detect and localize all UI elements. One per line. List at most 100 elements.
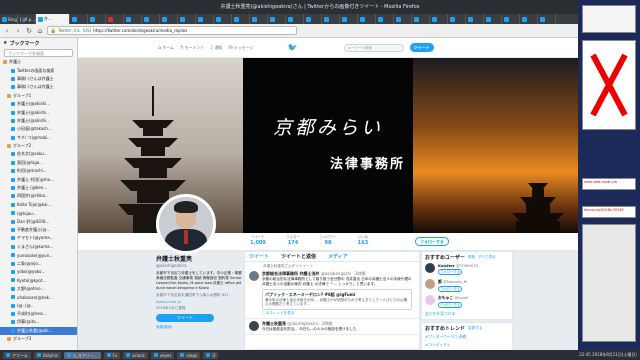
browser-tab[interactable] <box>88 14 106 24</box>
tweet-item[interactable]: 弁護士秋重亮 @akishigeakira · 2時間 今日は相談会を担当。 今… <box>245 319 419 335</box>
follow-button[interactable]: フォローする <box>415 237 449 246</box>
desktop-note[interactable]: iwait-add-myqt-via <box>582 178 636 190</box>
browser-tab[interactable]: Bing <box>0 14 18 24</box>
refresh-link[interactable]: 更新 <box>468 255 475 260</box>
browser-tab[interactable] <box>484 14 502 24</box>
nav-notifications[interactable]: ♪ 通知 <box>210 45 222 51</box>
bookmark-item[interactable]: 事務(-)さんは弁護士 <box>0 75 77 83</box>
desktop-note[interactable]: tencol-wy2018s 2018Y <box>582 206 636 218</box>
bookmark-item[interactable]: Kaito Tojo(@kai... <box>0 201 77 209</box>
bookmark-item[interactable]: Kyoto(@kyot... <box>0 276 77 284</box>
suggested-user-name[interactable]: おもゅこ <box>438 295 453 300</box>
browser-tab[interactable] <box>106 14 124 24</box>
bookmark-item[interactable]: 弁護士秋重(@aki... <box>0 326 77 335</box>
bookmark-item[interactable]: 佐木文(@saku... <box>0 150 77 158</box>
browser-tab[interactable] <box>502 14 520 24</box>
bookmark-item[interactable]: 小田島(@takash... <box>0 125 77 133</box>
show-thread-link[interactable]: このスレッドを表示 <box>262 311 412 316</box>
bookmark-item[interactable]: 町田(@machi... <box>0 167 77 175</box>
bookmark-item[interactable]: サチ/ つ(@mobi... <box>0 134 77 142</box>
bookmark-folder[interactable]: グループ2 <box>0 142 77 150</box>
bookmark-item[interactable]: 伊藤(@ito... <box>0 318 77 326</box>
browser-tab[interactable] <box>70 14 88 24</box>
browser-tab[interactable] <box>286 14 304 24</box>
forward-icon[interactable]: › <box>14 27 22 35</box>
browser-tab[interactable] <box>268 14 286 24</box>
browser-tab[interactable] <box>232 14 250 24</box>
browser-tab[interactable] <box>196 14 214 24</box>
bookmark-item[interactable]: 四国弁(@shiko... <box>0 192 77 200</box>
taskbar-item[interactable]: Dolphin <box>33 351 62 359</box>
bookmark-folder[interactable]: グループ3 <box>0 335 77 343</box>
browser-tab[interactable] <box>538 14 556 24</box>
taskbar-item[interactable]: a_スクリー... <box>64 351 101 359</box>
profile-media-link[interactable]: 画像/動画 <box>156 325 244 330</box>
browser-tab[interactable] <box>376 14 394 24</box>
bookmark-item[interactable]: (@tojou... <box>0 209 77 217</box>
taskbar-item[interactable]: xlogo <box>177 351 201 359</box>
browser-tab[interactable] <box>322 14 340 24</box>
suggested-user-name[interactable]: 都 <box>438 279 442 284</box>
nav-moments[interactable]: ϟ モーメント <box>180 45 204 51</box>
tweet-item[interactable]: 京都総合法律事務所 弁護士浅井 @asaibengoshi · 2時間 京都の総… <box>245 269 419 319</box>
bookmark-item[interactable]: 弁護士(@akishi... <box>0 108 77 116</box>
nav-messages[interactable]: ✉ メッセージ <box>228 45 253 51</box>
bookmark-item[interactable]: 弁護士(@akishi... <box>0 117 77 125</box>
browser-tab[interactable]: 弁... <box>36 14 70 24</box>
browser-tab[interactable] <box>178 14 196 24</box>
profile-link[interactable]: kyoto-mirai.jp <box>156 300 244 304</box>
bookmark-item[interactable]: 弁護士 (@ben... <box>0 184 77 192</box>
bookmark-item[interactable]: ヤマモト(@yama... <box>0 234 77 242</box>
suggested-follow-button[interactable]: フォローする <box>438 286 462 292</box>
taskbar-item[interactable]: Q <box>203 351 219 359</box>
tab-strip[interactable]: Bing gfl.p... 弁... <box>0 14 578 24</box>
sidebar-header[interactable]: ★ ブックマーク <box>0 38 77 48</box>
bookmark-item[interactable]: 不動産弁護士(@... <box>0 226 77 234</box>
home-icon[interactable]: ⌂ <box>36 27 44 35</box>
suggested-follow-button[interactable]: フォローする <box>438 302 462 308</box>
bookmark-item[interactable]: Twitterの画面な検索 <box>0 66 77 74</box>
taskbar-item[interactable]: xclock <box>123 351 148 359</box>
site-identity[interactable]: Twitter, Inc. (US) <box>58 28 91 33</box>
nav-home[interactable]: ⌂ ホーム <box>158 45 174 51</box>
profile-handle[interactable]: @akishigeakira <box>156 263 244 268</box>
profile-avatar[interactable] <box>156 194 216 254</box>
tweet-button[interactable]: ツイート <box>409 43 434 52</box>
suggested-user[interactable]: Kaicitor @TOM0075 フォローする <box>425 261 509 277</box>
bookmark-item[interactable]: 平成町(@heis... <box>0 310 77 318</box>
suggested-user-avatar[interactable] <box>425 295 435 305</box>
stat-tweets[interactable]: ツイート 1,009 <box>243 235 273 246</box>
stat-following[interactable]: フォロー 174 <box>278 235 308 246</box>
stat-likes[interactable]: いいね 163 <box>348 235 378 246</box>
trend-item[interactable]: #ワンダーウーマン決戦 <box>425 334 509 340</box>
taskbar-item[interactable]: xeyes <box>150 351 175 359</box>
tweet-author[interactable]: 弁護士秋重亮 <box>262 321 286 326</box>
bookmark-folder[interactable]: グループ1 <box>0 92 77 100</box>
bookmark-item[interactable]: 事務(-)さんは弁護士 <box>0 83 77 91</box>
taskbar-item[interactable]: アフーム <box>3 351 31 359</box>
reload-icon[interactable]: ↻ <box>25 27 33 35</box>
clock[interactable]: 22:45 2018年8月11日(土曜日) <box>579 352 640 358</box>
bookmark-item[interactable]: 東田(@higa... <box>0 159 77 167</box>
suggested-user-avatar[interactable] <box>425 279 435 289</box>
profile-tweet-button[interactable]: ツイート <box>156 314 214 322</box>
browser-tab[interactable] <box>304 14 322 24</box>
tab-tweets[interactable]: ツイート <box>249 253 269 260</box>
tab-tweets-replies[interactable]: ツイートと返信 <box>281 253 316 260</box>
browser-tab[interactable] <box>214 14 232 24</box>
browser-tab[interactable] <box>160 14 178 24</box>
stat-followers[interactable]: フォロワー 98 <box>313 235 343 246</box>
browser-tab[interactable] <box>124 14 142 24</box>
tweet-avatar[interactable] <box>249 271 259 281</box>
trend-item[interactable]: #コンディティ <box>425 342 509 348</box>
twitter-bird-icon[interactable]: 🐦 <box>288 43 298 52</box>
bookmark-item[interactable]: Dan 鈴(@SOSt... <box>0 217 77 225</box>
bookmark-item[interactable]: 弁護士 村田(@mu... <box>0 175 77 183</box>
taskbar-item[interactable]: Fx <box>103 351 121 359</box>
browser-tab[interactable] <box>430 14 448 24</box>
suggested-user[interactable]: 都 @Nanairo_M フォローする <box>425 277 509 293</box>
bookmark-item[interactable]: 二条(@nijo... <box>0 259 77 267</box>
bookmark-item[interactable]: yoko(@yoko... <box>0 268 77 276</box>
browser-tab[interactable] <box>466 14 484 24</box>
desktop-side-window[interactable] <box>582 224 636 342</box>
